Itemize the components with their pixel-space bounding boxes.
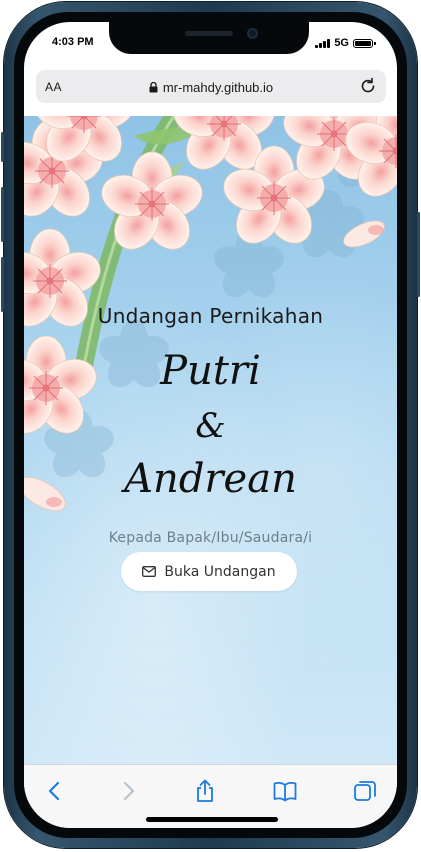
status-time: 4:03 PM: [52, 36, 94, 48]
phone-bezel: 4:03 PM 5G AA mr-mahdy.github.io Undanga…: [14, 12, 407, 838]
invitation-page: Undangan Pernikahan Putri & Andrean Kepa…: [24, 116, 397, 764]
address-bar[interactable]: AA mr-mahdy.github.io: [36, 70, 386, 103]
open-invitation-button[interactable]: Buka Undangan: [121, 552, 297, 591]
invitation-title: Undangan Pernikahan: [97, 304, 324, 328]
groom-name: Andrean: [124, 456, 297, 502]
bride-name: Putri: [160, 348, 261, 394]
share-icon[interactable]: [193, 779, 217, 803]
front-camera: [247, 28, 258, 39]
screen: 4:03 PM 5G AA mr-mahdy.github.io Undanga…: [24, 22, 397, 828]
open-invitation-label: Buka Undangan: [164, 563, 276, 580]
url-display[interactable]: mr-mahdy.github.io: [36, 80, 386, 95]
tabs-icon[interactable]: [353, 779, 377, 803]
ampersand: &: [195, 406, 226, 446]
envelope-icon: [142, 566, 157, 577]
recipient-label: Kepada Bapak/Ibu/Saudara/i: [108, 530, 313, 546]
lock-icon: [149, 82, 158, 93]
home-indicator[interactable]: [146, 817, 278, 822]
bookmarks-icon[interactable]: [273, 779, 297, 803]
reload-icon[interactable]: [358, 76, 378, 96]
battery-icon: [353, 38, 376, 48]
earpiece-speaker: [185, 31, 233, 36]
back-icon[interactable]: [43, 779, 67, 803]
signal-icon: [315, 38, 331, 48]
network-label: 5G: [334, 37, 349, 49]
forward-icon[interactable]: [116, 779, 140, 803]
power-button: [417, 212, 420, 297]
url-domain: mr-mahdy.github.io: [162, 80, 274, 95]
phone-frame: 4:03 PM 5G AA mr-mahdy.github.io Undanga…: [1, 2, 420, 848]
status-indicators: 5G: [315, 37, 376, 49]
mute-switch: [1, 132, 4, 162]
volume-up-button: [1, 187, 4, 242]
volume-down-button: [1, 257, 4, 312]
notch: [109, 22, 309, 54]
